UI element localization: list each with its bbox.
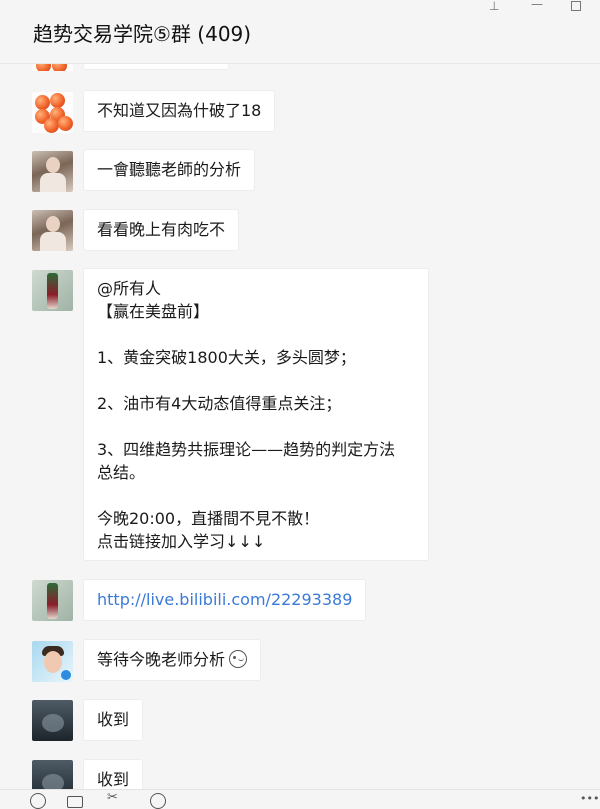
avatar[interactable] <box>32 92 73 133</box>
message-bubble[interactable]: 不知道又因為什破了18 <box>83 90 276 132</box>
avatar[interactable] <box>32 760 73 789</box>
folder-icon[interactable] <box>67 796 83 808</box>
avatar[interactable] <box>32 641 73 682</box>
message-bubble[interactable]: 等待今晚老师分析 <box>83 639 262 681</box>
chat-title: 趋势交易学院⑤群 (409) <box>33 22 252 46</box>
avatar[interactable] <box>32 270 73 311</box>
pin-icon[interactable]: ⊥ <box>489 0 499 13</box>
input-toolbar: ✂ ••• <box>0 789 600 809</box>
mention-all: @所有人 <box>97 279 162 298</box>
scissors-icon[interactable]: ✂ <box>107 790 123 806</box>
message-bubble-partial[interactable] <box>83 64 229 70</box>
message-bubble[interactable]: 收到 <box>83 699 144 741</box>
maximize-icon[interactable] <box>571 1 581 11</box>
avatar[interactable] <box>32 580 73 621</box>
more-icon[interactable]: ••• <box>580 792 599 808</box>
notice-item-3: 3、四维趋势共振理论——趋势的判定方法 <box>97 440 396 459</box>
announcement-bubble[interactable]: @所有人 【赢在美盘前】 1、黄金突破1800大关，多头圆梦； 2、油市有4大动… <box>83 268 429 561</box>
message-bubble[interactable]: 一會聽聽老師的分析 <box>83 149 256 191</box>
notice-item-2: 2、油市有4大动态值得重点关注； <box>97 394 342 413</box>
message-text: 等待今晚老师分析 <box>97 650 226 669</box>
notice-item-1: 1、黄金突破1800大关，多头圆梦； <box>97 348 356 367</box>
minimize-icon[interactable]: — <box>531 0 543 11</box>
notice-schedule: 今晚20:00，直播間不見不散！ <box>97 509 320 528</box>
notice-heading: 【赢在美盘前】 <box>97 302 210 321</box>
message-bubble[interactable]: 收到 <box>83 759 144 789</box>
notice-cta: 点击链接加入学习↓↓↓ <box>97 532 266 551</box>
message-bubble[interactable]: 看看晚上有肉吃不 <box>83 209 240 251</box>
message-list[interactable]: 不知道又因為什破了18 一會聽聽老師的分析 看看晚上有肉吃不 @所有人 【赢在美… <box>0 64 600 789</box>
laughing-emoji-icon <box>229 650 248 668</box>
notice-item-3-cont: 总结。 <box>97 463 146 482</box>
avatar[interactable] <box>32 151 73 192</box>
link-bubble[interactable]: http://live.bilibili.com/22293389 <box>83 579 367 621</box>
avatar[interactable] <box>32 64 73 71</box>
avatar[interactable] <box>32 210 73 251</box>
title-bar: 趋势交易学院⑤群 (409) ⊥ — <box>0 0 600 64</box>
avatar[interactable] <box>32 700 73 741</box>
